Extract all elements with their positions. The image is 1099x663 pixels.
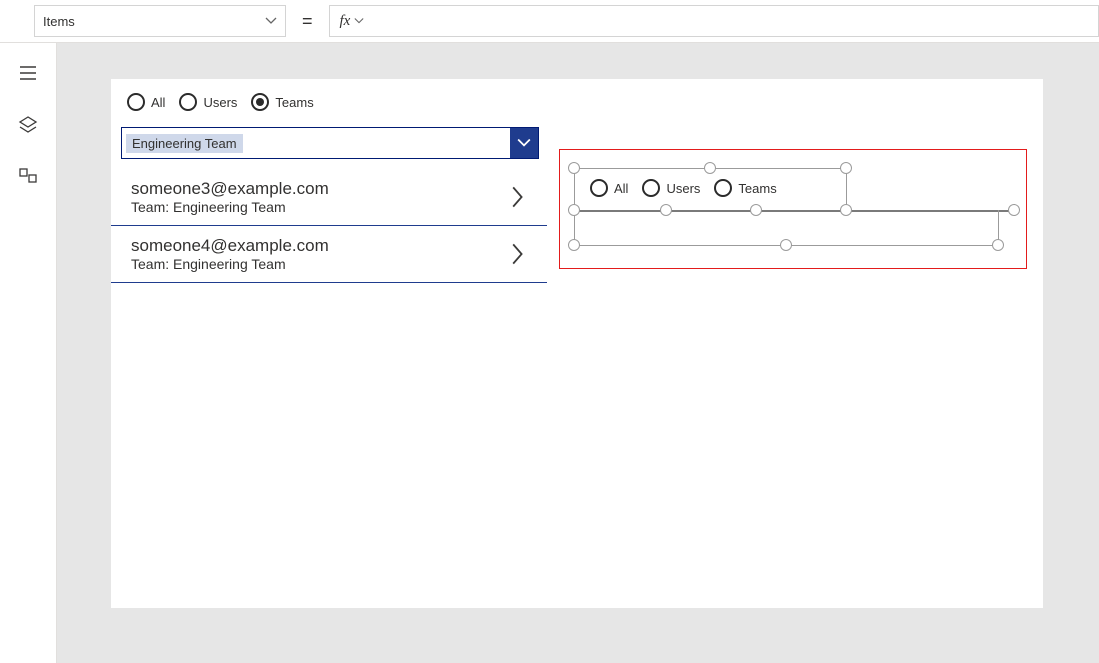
combobox-value: Engineering Team — [126, 134, 243, 153]
team-combobox[interactable]: Engineering Team — [121, 127, 539, 159]
list-item-team: Team: Engineering Team — [131, 199, 329, 215]
radio-circle-icon — [714, 179, 732, 197]
radio-circle-icon — [642, 179, 660, 197]
radio-circle-icon — [127, 93, 145, 111]
selection-handle[interactable] — [992, 239, 1004, 251]
app-canvas[interactable]: All Users Teams Engineering Team — [111, 79, 1043, 608]
radio-teams[interactable]: Teams — [251, 93, 313, 111]
selected-control-frame[interactable]: All Users Teams — [559, 149, 1027, 269]
selection-handle[interactable] — [780, 239, 792, 251]
radio-all[interactable]: All — [127, 93, 165, 111]
selection-handle[interactable] — [840, 204, 852, 216]
selection-handle[interactable] — [840, 162, 852, 174]
selection-handle[interactable] — [568, 162, 580, 174]
filter-radio-group: All Users Teams — [127, 93, 314, 111]
list-item[interactable]: someone3@example.com Team: Engineering T… — [111, 169, 547, 226]
selection-handle[interactable] — [660, 204, 672, 216]
radio-circle-icon — [179, 93, 197, 111]
fx-label: fx — [340, 13, 351, 30]
list-item-email: someone4@example.com — [131, 236, 329, 256]
preview-radio-users[interactable]: Users — [642, 179, 700, 197]
preview-radio-group: All Users Teams — [590, 179, 777, 197]
radio-all-label: All — [151, 95, 165, 110]
selection-handle[interactable] — [1008, 204, 1020, 216]
insert-icon[interactable] — [18, 167, 38, 187]
selection-line — [574, 210, 1014, 212]
list-item[interactable]: someone4@example.com Team: Engineering T… — [111, 226, 547, 283]
radio-circle-icon — [590, 179, 608, 197]
chevron-right-icon — [509, 185, 527, 209]
property-selector-value: Items — [43, 14, 75, 29]
preview-radio-teams-label: Teams — [738, 181, 776, 196]
app-tools-rail — [0, 43, 57, 663]
selection-handle[interactable] — [750, 204, 762, 216]
radio-dot-icon — [256, 98, 264, 106]
combobox-toggle-button[interactable] — [510, 128, 538, 158]
formula-input[interactable]: fx — [329, 5, 1099, 37]
canvas-background[interactable]: All Users Teams Engineering Team — [57, 43, 1099, 663]
chevron-down-icon — [354, 16, 364, 26]
hamburger-icon[interactable] — [18, 63, 38, 83]
results-list: someone3@example.com Team: Engineering T… — [111, 169, 547, 283]
selection-handle[interactable] — [568, 239, 580, 251]
selection-handle[interactable] — [704, 162, 716, 174]
preview-radio-teams[interactable]: Teams — [714, 179, 776, 197]
radio-circle-icon — [251, 93, 269, 111]
radio-users[interactable]: Users — [179, 93, 237, 111]
layers-icon[interactable] — [18, 115, 38, 135]
chevron-right-icon — [509, 242, 527, 266]
property-selector[interactable]: Items — [34, 5, 286, 37]
preview-radio-all[interactable]: All — [590, 179, 628, 197]
preview-radio-all-label: All — [614, 181, 628, 196]
preview-radio-users-label: Users — [666, 181, 700, 196]
list-item-team: Team: Engineering Team — [131, 256, 329, 272]
equals-label: = — [298, 11, 317, 32]
radio-users-label: Users — [203, 95, 237, 110]
list-item-email: someone3@example.com — [131, 179, 329, 199]
radio-teams-label: Teams — [275, 95, 313, 110]
formula-bar: Items = fx — [0, 0, 1099, 43]
selection-handle[interactable] — [568, 204, 580, 216]
chevron-down-icon — [265, 15, 277, 27]
chevron-down-icon — [517, 136, 531, 150]
